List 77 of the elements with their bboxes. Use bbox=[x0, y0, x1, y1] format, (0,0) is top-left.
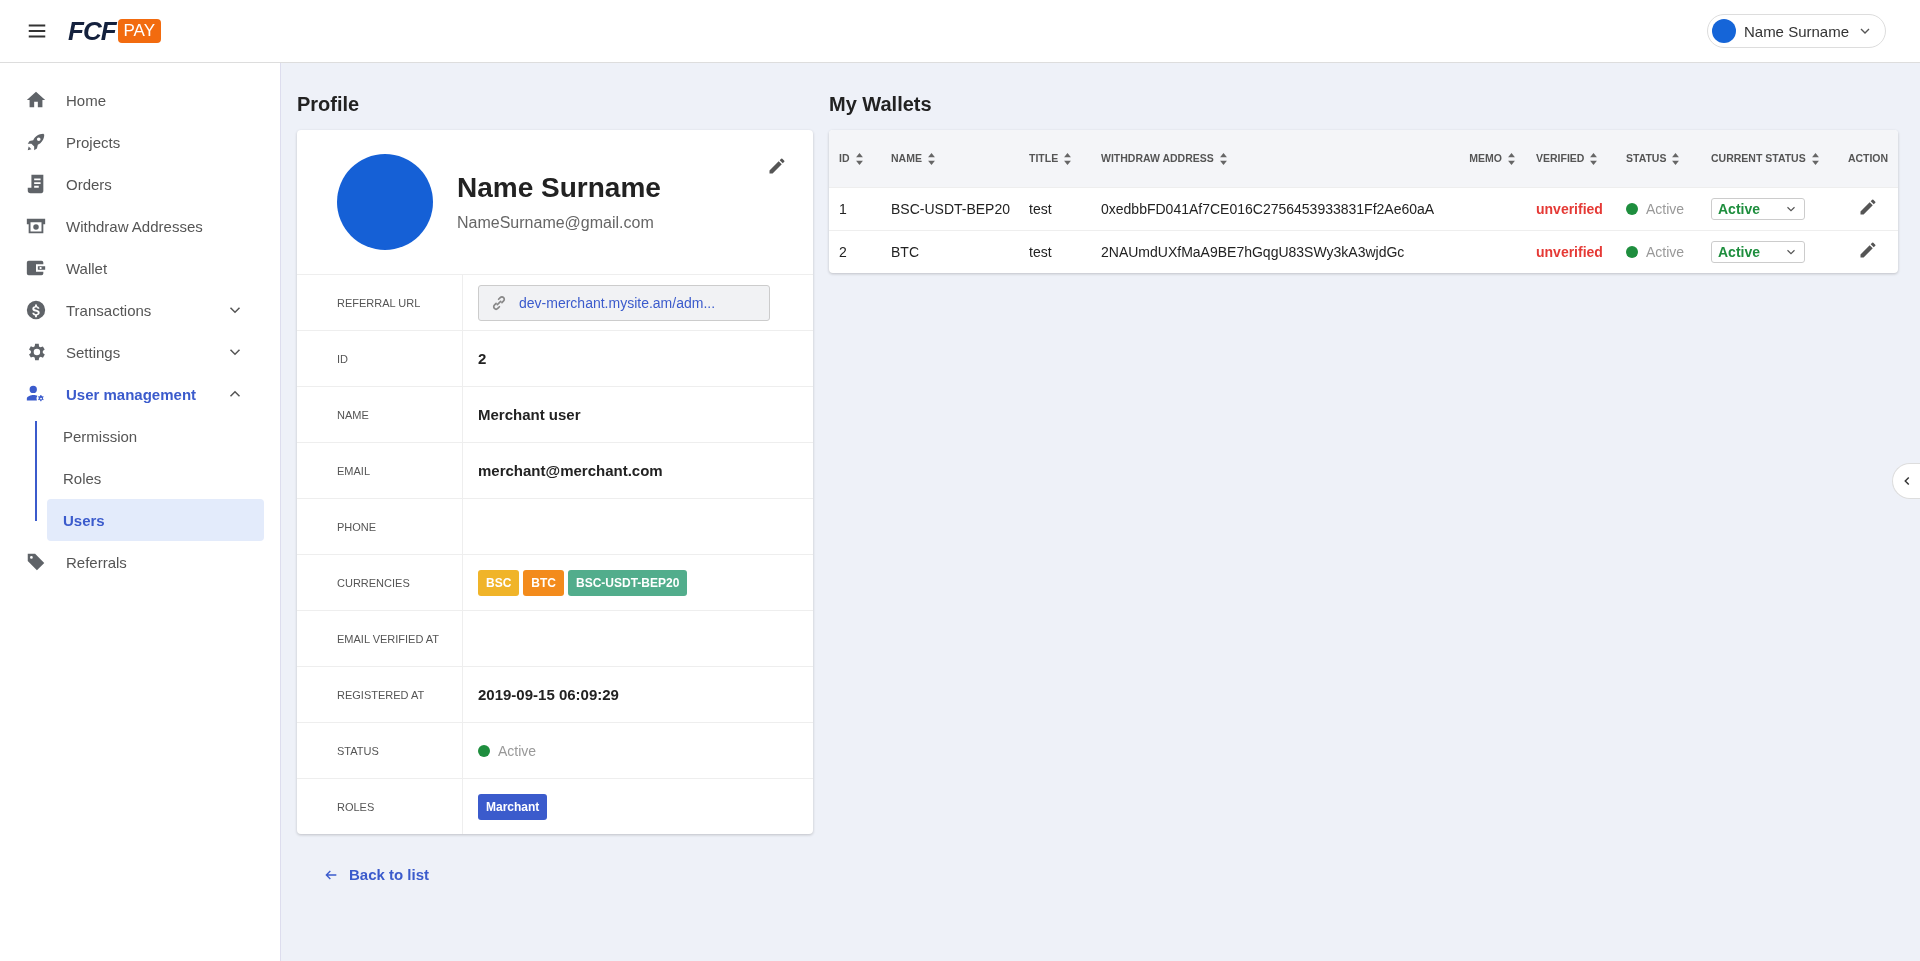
edit-icon[interactable] bbox=[1858, 197, 1878, 217]
sidebar-subitem[interactable]: Permission bbox=[47, 415, 264, 457]
field-label: CURRENCIES bbox=[337, 576, 410, 589]
tag: BTC bbox=[523, 569, 564, 596]
field-label: EMAIL bbox=[337, 464, 370, 477]
table-cell: 2 bbox=[839, 243, 847, 260]
column-header[interactable]: ACTION bbox=[1847, 152, 1889, 165]
edit-icon[interactable] bbox=[767, 156, 787, 176]
table-cell: 2NAUmdUXfMaA9BE7hGqgU83SWy3kA3wjdGc bbox=[1101, 243, 1405, 260]
field-value: merchant@merchant.com bbox=[478, 462, 663, 479]
field-label: STATUS bbox=[337, 744, 379, 757]
field-label: ID bbox=[337, 352, 348, 365]
table-cell: BSC-USDT-BEP20 bbox=[891, 200, 1011, 217]
tag: BSC bbox=[478, 569, 520, 596]
tag: BSC-USDT-BEP20 bbox=[568, 569, 688, 596]
sidebar-item[interactable]: Transactions bbox=[0, 289, 280, 331]
field-label: EMAIL VERIFIED AT bbox=[337, 632, 440, 645]
table-cell: test bbox=[1029, 243, 1052, 260]
sidebar-item[interactable]: User management bbox=[0, 373, 280, 415]
section-title: My Wallets bbox=[829, 93, 933, 116]
column-header[interactable]: NAME bbox=[891, 151, 922, 164]
verified-status: unverified bbox=[1536, 243, 1603, 260]
column-header[interactable]: CURRENT STATUS bbox=[1711, 151, 1806, 164]
table-cell: 0xedbbFD041Af7CE016C2756453933831Ff2Ae60aA bbox=[1101, 200, 1435, 217]
dollar-icon bbox=[25, 299, 47, 321]
sidebar-item[interactable]: Referrals bbox=[0, 541, 280, 583]
sidebar-item[interactable]: Home bbox=[0, 79, 280, 121]
avatar-icon bbox=[1711, 19, 1736, 43]
sort-icon[interactable] bbox=[1218, 152, 1228, 165]
field-label: REFERRAL URL bbox=[337, 296, 421, 309]
table-cell: test bbox=[1029, 200, 1052, 217]
profile-email: NameSurname@gmail.com bbox=[457, 214, 655, 232]
back-link[interactable]: Back to list bbox=[323, 866, 430, 883]
table-cell: 1 bbox=[839, 200, 847, 217]
sort-icon[interactable] bbox=[926, 152, 936, 165]
logo[interactable]: FCF PAY bbox=[68, 15, 162, 47]
sidebar-item[interactable]: Settings bbox=[0, 331, 280, 373]
field-label: REGISTERED AT bbox=[337, 688, 425, 701]
verified-status: unverified bbox=[1536, 200, 1603, 217]
referral-url-field[interactable]: dev-merchant.mysite.am/adm... bbox=[478, 284, 770, 321]
column-header[interactable]: STATUS bbox=[1626, 151, 1667, 164]
sort-icon[interactable] bbox=[1810, 152, 1820, 165]
tag: Marchant bbox=[478, 793, 548, 820]
sidebar-item[interactable]: Projects bbox=[0, 121, 280, 163]
profile-name: Name Surname bbox=[457, 172, 661, 204]
sort-icon[interactable] bbox=[1063, 152, 1073, 165]
field-value: 2019-09-15 06:09:29 bbox=[478, 686, 619, 703]
sort-icon[interactable] bbox=[1589, 152, 1599, 165]
sidebar-item[interactable]: Wallet bbox=[0, 247, 280, 289]
status-select[interactable]: Active bbox=[1711, 240, 1805, 263]
column-header[interactable]: MEMO bbox=[1469, 151, 1502, 164]
sidebar-item[interactable]: Orders bbox=[0, 163, 280, 205]
table-cell: BTC bbox=[891, 243, 919, 260]
field-value: 2 bbox=[478, 350, 487, 367]
section-title: Profile bbox=[297, 93, 361, 116]
column-header[interactable]: WITHDRAW ADDRESS bbox=[1101, 151, 1214, 164]
sidebar-item[interactable]: Withdraw Addresses bbox=[0, 205, 280, 247]
field-label: ROLES bbox=[337, 800, 375, 813]
column-header[interactable]: VERIFIED bbox=[1536, 151, 1585, 164]
sort-icon[interactable] bbox=[1507, 152, 1516, 165]
status-select[interactable]: Active bbox=[1711, 197, 1805, 220]
sort-icon[interactable] bbox=[854, 152, 864, 165]
sort-icon[interactable] bbox=[1671, 152, 1681, 165]
status-text: Active bbox=[498, 742, 537, 759]
rocket-icon bbox=[25, 131, 47, 153]
tag-icon bbox=[25, 551, 47, 573]
status-text: Active bbox=[1646, 201, 1685, 218]
edit-icon[interactable] bbox=[1858, 240, 1878, 260]
field-label: PHONE bbox=[337, 520, 377, 533]
column-header[interactable]: ID bbox=[839, 151, 850, 164]
sidebar-subitem[interactable]: Roles bbox=[47, 457, 264, 499]
status-text: Active bbox=[1646, 244, 1685, 261]
sidebar-subitem[interactable]: Users bbox=[47, 499, 264, 541]
column-header[interactable]: TITLE bbox=[1029, 151, 1059, 164]
field-value: Merchant user bbox=[478, 406, 581, 423]
user-menu-button[interactable]: Name Surname bbox=[1706, 14, 1886, 48]
field-label: NAME bbox=[337, 408, 369, 421]
